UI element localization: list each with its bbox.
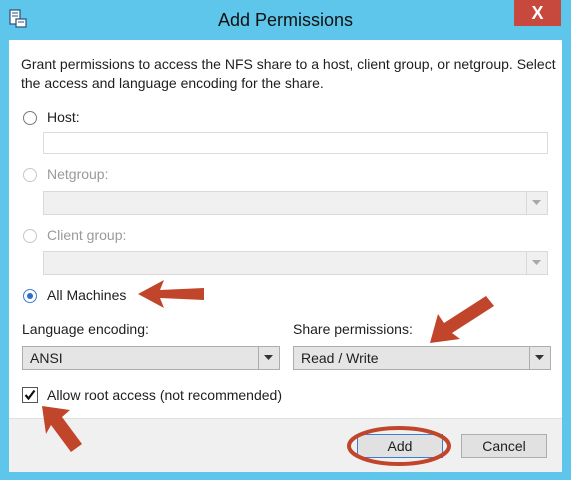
close-button[interactable]: X <box>514 0 561 26</box>
chevron-down-icon <box>526 252 547 274</box>
allow-root-label: Allow root access (not recommended) <box>47 387 282 403</box>
chevron-down-icon <box>258 347 279 369</box>
allow-root-checkbox[interactable] <box>22 387 38 403</box>
language-encoding-select[interactable]: ANSI <box>22 346 280 370</box>
netgroup-select[interactable] <box>43 191 548 215</box>
language-encoding-label: Language encoding: <box>22 321 149 337</box>
share-permissions-label: Share permissions: <box>293 321 413 337</box>
host-label: Host: <box>47 109 80 125</box>
dialog-body: Grant permissions to access the NFS shar… <box>9 40 562 472</box>
cancel-button[interactable]: Cancel <box>461 434 547 458</box>
language-encoding-value: ANSI <box>30 350 63 366</box>
share-permissions-select[interactable]: Read / Write <box>293 346 551 370</box>
share-permissions-value: Read / Write <box>301 350 379 366</box>
window-title: Add Permissions <box>217 10 354 30</box>
description-text: Grant permissions to access the NFS shar… <box>21 56 556 91</box>
netgroup-radio[interactable] <box>23 168 37 182</box>
chevron-down-icon <box>529 347 550 369</box>
chevron-down-icon <box>526 192 547 214</box>
checkmark-icon <box>24 389 36 401</box>
host-input[interactable] <box>43 132 548 154</box>
client-group-select[interactable] <box>43 251 548 275</box>
all-machines-label: All Machines <box>47 287 127 303</box>
client-group-label: Client group: <box>47 227 127 243</box>
dialog-footer: Add Cancel <box>9 418 562 472</box>
all-machines-radio[interactable] <box>23 289 37 303</box>
title-bar: Add Permissions X <box>0 0 571 40</box>
host-radio[interactable] <box>23 111 37 125</box>
add-button[interactable]: Add <box>357 434 443 458</box>
close-icon: X <box>531 3 544 23</box>
netgroup-label: Netgroup: <box>47 166 109 182</box>
client-group-radio[interactable] <box>23 229 37 243</box>
